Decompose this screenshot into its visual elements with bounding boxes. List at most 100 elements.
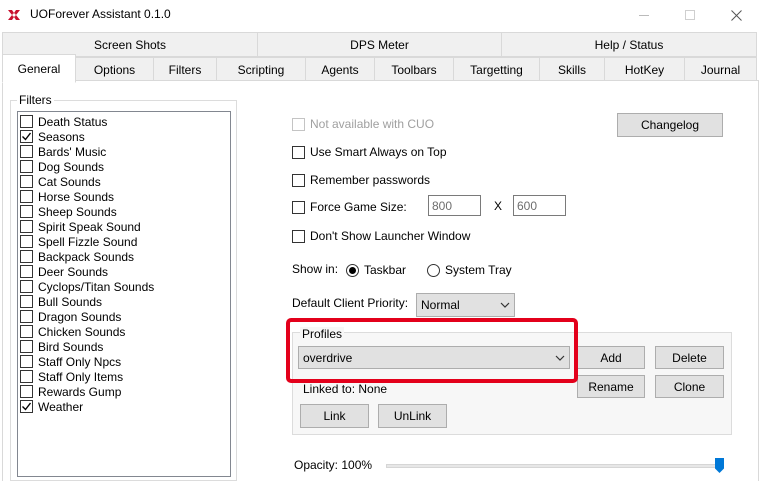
filter-item[interactable]: Spirit Speak Sound <box>20 219 141 234</box>
checkbox-box <box>292 145 305 159</box>
filter-item-label: Dragon Sounds <box>38 309 122 324</box>
game-height-field[interactable]: 600 <box>513 195 566 216</box>
show-in-system-tray-radio[interactable]: System Tray <box>427 262 512 278</box>
remember-passwords-checkbox[interactable]: Remember passwords <box>292 172 430 188</box>
checkbox-unchecked[interactable] <box>20 235 33 248</box>
checkbox-unchecked[interactable] <box>20 160 33 173</box>
filter-item[interactable]: Backpack Sounds <box>20 249 134 264</box>
filter-item-label: Spell Fizzle Sound <box>38 234 138 249</box>
filter-item-label: Cat Sounds <box>38 174 101 189</box>
checkbox-checked[interactable] <box>20 400 33 413</box>
force-game-size-checkbox[interactable]: Force Game Size: <box>292 199 407 215</box>
tab-agents[interactable]: Agents <box>305 57 375 82</box>
clone-profile-button[interactable]: Clone <box>655 375 724 398</box>
opacity-slider-track[interactable] <box>386 464 724 468</box>
tab-journal[interactable]: Journal <box>684 57 757 82</box>
filter-item[interactable]: Dragon Sounds <box>20 309 121 324</box>
dont-show-launcher-checkbox[interactable]: Don't Show Launcher Window <box>292 228 470 244</box>
title-bar: UOForever Assistant 0.1.0 <box>0 0 759 30</box>
filter-item-label: Weather <box>38 399 84 414</box>
filter-item-label: Cyclops/Titan Sounds <box>38 279 155 294</box>
filter-item[interactable]: Dog Sounds <box>20 159 104 174</box>
checkbox-unchecked[interactable] <box>20 340 33 353</box>
add-profile-button[interactable]: Add <box>577 346 645 369</box>
filter-item-label: Staff Only Items <box>38 369 124 384</box>
maximize-button[interactable] <box>667 0 713 30</box>
chevron-down-icon <box>500 302 510 308</box>
filter-item[interactable]: Seasons <box>20 129 85 144</box>
filter-item[interactable]: Bards' Music <box>20 144 106 159</box>
filter-item[interactable]: Bird Sounds <box>20 339 103 354</box>
filter-item[interactable]: Staff Only Npcs <box>20 354 121 369</box>
client-priority-select[interactable]: Normal <box>416 293 515 317</box>
profiles-title: Profiles <box>300 327 345 341</box>
checkbox-checked[interactable] <box>20 130 33 143</box>
filter-item[interactable]: Deer Sounds <box>20 264 108 279</box>
delete-profile-button[interactable]: Delete <box>655 346 724 369</box>
checkbox-unchecked[interactable] <box>20 280 33 293</box>
tab-general[interactable]: General <box>2 54 76 83</box>
tab-filters[interactable]: Filters <box>153 57 217 82</box>
changelog-button[interactable]: Changelog <box>617 113 723 137</box>
filter-item-label: Dog Sounds <box>38 159 105 174</box>
rename-profile-button[interactable]: Rename <box>577 375 645 398</box>
not-available-cuo-checkbox: Not available with CUO <box>292 116 434 132</box>
filter-item[interactable]: Weather <box>20 399 83 414</box>
radio-circle <box>427 263 440 277</box>
unlink-button[interactable]: UnLink <box>378 404 447 428</box>
show-in-label: Show in: <box>292 262 339 276</box>
smart-always-on-top-checkbox[interactable]: Use Smart Always on Top <box>292 144 447 160</box>
checkbox-unchecked[interactable] <box>20 205 33 218</box>
close-button[interactable] <box>713 0 759 30</box>
checkbox-unchecked[interactable] <box>20 355 33 368</box>
radio-circle <box>346 263 359 277</box>
filter-item[interactable]: Staff Only Items <box>20 369 123 384</box>
checkbox-unchecked[interactable] <box>20 145 33 158</box>
tab-hotkey[interactable]: HotKey <box>604 57 685 82</box>
filter-item[interactable]: Spell Fizzle Sound <box>20 234 137 249</box>
filter-item[interactable]: Death Status <box>20 114 107 129</box>
tab-options[interactable]: Options <box>75 57 154 82</box>
filter-item[interactable]: Chicken Sounds <box>20 324 125 339</box>
filter-item[interactable]: Cyclops/Titan Sounds <box>20 279 154 294</box>
filter-item[interactable]: Horse Sounds <box>20 189 114 204</box>
checkbox-box <box>292 229 305 243</box>
checkbox-unchecked[interactable] <box>20 190 33 203</box>
checkbox-unchecked[interactable] <box>20 115 33 128</box>
close-icon <box>730 9 742 21</box>
filter-item-label: Backpack Sounds <box>38 249 135 264</box>
checkbox-unchecked[interactable] <box>20 310 33 323</box>
filters-list[interactable]: Death Status Seasons Bards' Music Dog Sound… <box>17 111 231 477</box>
tab-scripting[interactable]: Scripting <box>216 57 306 82</box>
tab-toolbars[interactable]: Toolbars <box>374 57 454 82</box>
profile-select[interactable]: overdrive <box>298 346 570 369</box>
show-in-taskbar-radio[interactable]: Taskbar <box>346 262 406 278</box>
checkbox-box <box>292 173 305 187</box>
checkbox-unchecked[interactable] <box>20 265 33 278</box>
tab-skills[interactable]: Skills <box>539 57 605 82</box>
checkbox-unchecked[interactable] <box>20 295 33 308</box>
minimize-button[interactable] <box>621 0 667 30</box>
checkbox-unchecked[interactable] <box>20 175 33 188</box>
filter-item[interactable]: Bull Sounds <box>20 294 102 309</box>
checkbox-unchecked[interactable] <box>20 385 33 398</box>
window-title: UOForever Assistant 0.1.0 <box>30 7 171 21</box>
checkbox-unchecked[interactable] <box>20 220 33 233</box>
tab-dps-meter[interactable]: DPS Meter <box>257 32 502 57</box>
filters-title: Filters <box>17 93 54 107</box>
checkbox-unchecked[interactable] <box>20 325 33 338</box>
checkbox-unchecked[interactable] <box>20 250 33 263</box>
filter-item[interactable]: Cat Sounds <box>20 174 101 189</box>
game-width-field[interactable]: 800 <box>428 195 481 216</box>
filter-item-label: Bards' Music <box>38 144 107 159</box>
filter-item-label: Spirit Speak Sound <box>38 219 141 234</box>
checkbox-box <box>292 200 305 214</box>
link-button[interactable]: Link <box>300 404 369 428</box>
filter-item-label: Bird Sounds <box>38 339 104 354</box>
filter-item[interactable]: Rewards Gump <box>20 384 121 399</box>
size-separator: X <box>494 199 503 213</box>
tab-help-status[interactable]: Help / Status <box>501 32 757 57</box>
checkbox-unchecked[interactable] <box>20 370 33 383</box>
tab-targetting[interactable]: Targetting <box>453 57 540 82</box>
filter-item[interactable]: Sheep Sounds <box>20 204 117 219</box>
